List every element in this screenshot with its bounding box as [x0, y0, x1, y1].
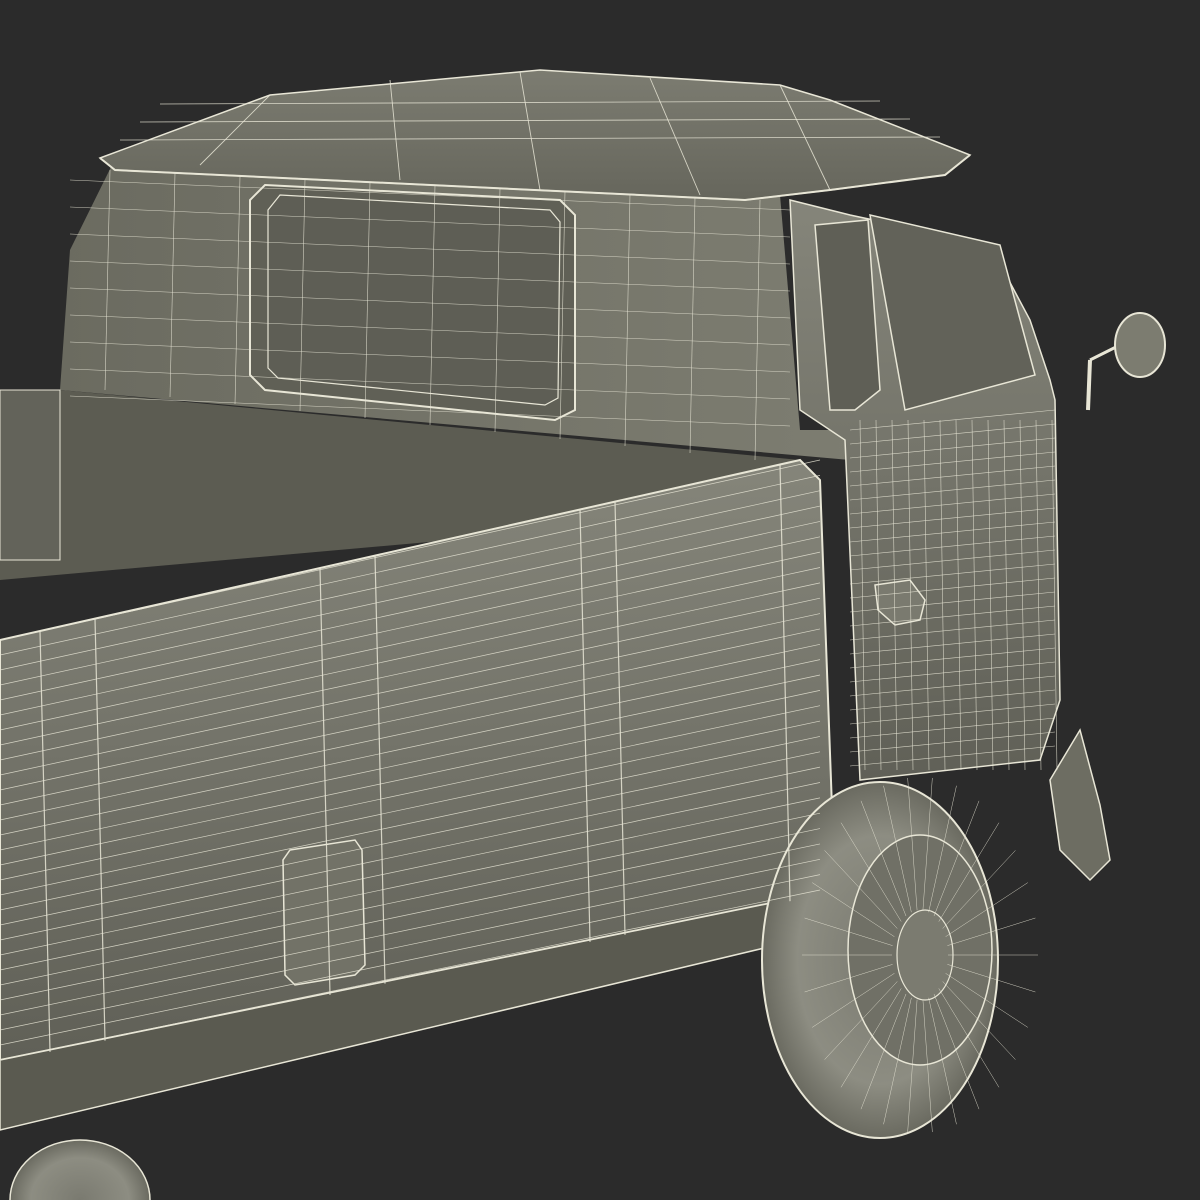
- render-viewport: [0, 0, 1200, 1200]
- front-wheel: [9, 1139, 151, 1200]
- fuel-door: [282, 839, 366, 986]
- side-mirror: [1086, 312, 1166, 411]
- rear-bumper: [1049, 728, 1111, 882]
- wireframe-render: [0, 69, 1166, 1200]
- rear-wheel: [761, 781, 999, 1139]
